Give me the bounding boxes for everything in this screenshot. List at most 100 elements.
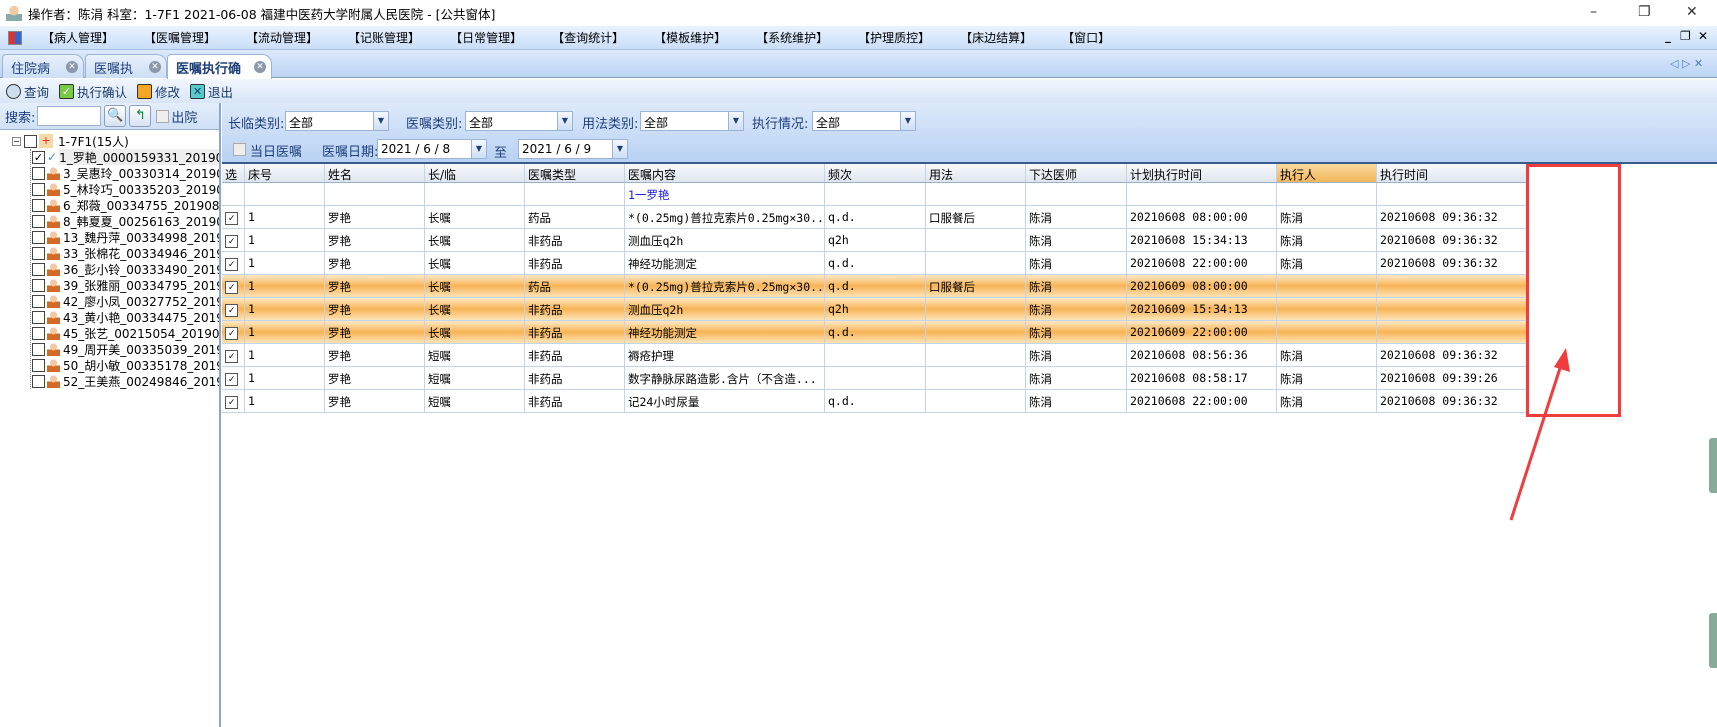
column-header-bed[interactable]: 床号: [245, 164, 325, 182]
patient-tree-item[interactable]: 3_吴惠玲_00330314_20190: [31, 165, 219, 181]
close-icon[interactable]: ✕: [254, 61, 266, 73]
minimize-button[interactable]: –: [1590, 4, 1597, 20]
tab-nav-controls[interactable]: ◁ ▷ ✕: [1670, 57, 1703, 70]
patient-checkbox[interactable]: [32, 294, 45, 308]
chevron-down-icon[interactable]: ▼: [373, 112, 388, 130]
mdi-close-button[interactable]: ✕: [1698, 29, 1708, 43]
column-header-executor[interactable]: 执行人: [1277, 164, 1377, 182]
patient-tree-item[interactable]: 52_王美燕_00249846_2019: [31, 373, 219, 389]
patient-checkbox[interactable]: [32, 214, 45, 228]
column-header-doctor[interactable]: 下达医师: [1026, 164, 1127, 182]
column-header-order-type[interactable]: 医嘱类型: [525, 164, 625, 182]
column-header-plan-time[interactable]: 计划执行时间: [1127, 164, 1277, 182]
table-row[interactable]: ✓ 1 罗艳 长嘱 非药品 神经功能测定 q.d. 陈涓 20210608 22:00:00 陈涓…: [222, 252, 1527, 275]
chevron-down-icon[interactable]: ▼: [557, 112, 572, 130]
menu-item[interactable]: 【窗口】: [1062, 29, 1110, 46]
row-checkbox[interactable]: ✓: [222, 229, 245, 251]
patient-tree-item[interactable]: 5_林玲巧_00335203_20190: [31, 181, 219, 197]
chevron-down-icon[interactable]: ▼: [471, 140, 486, 158]
patient-checkbox[interactable]: [32, 262, 45, 276]
row-checkbox[interactable]: ✓: [222, 298, 245, 320]
patient-checkbox[interactable]: [32, 358, 45, 372]
row-checkbox[interactable]: ✓: [222, 252, 245, 274]
table-row[interactable]: ✓ 1 罗艳 长嘱 非药品 测血压q2h q2h 陈涓 20210608 15:34:13 陈涓 2…: [222, 229, 1527, 252]
row-checkbox[interactable]: ✓: [222, 367, 245, 389]
chevron-down-icon[interactable]: ▼: [612, 140, 627, 158]
patient-tree-item[interactable]: 42_廖小凤_00327752_2019: [31, 293, 219, 309]
patient-tree-item[interactable]: 43_黄小艳_00334475_2019: [31, 309, 219, 325]
patient-tree-item[interactable]: 50_胡小敏_00335178_2019: [31, 357, 219, 373]
menu-item[interactable]: 【查询统计】: [552, 29, 624, 46]
patient-tree-item[interactable]: 33_张棉花_00334946_2019: [31, 245, 219, 261]
collapse-icon[interactable]: −: [12, 136, 21, 146]
column-header-frequency[interactable]: 频次: [825, 164, 926, 182]
table-row[interactable]: ✓ 1 罗艳 长嘱 药品 *(0.25mg)普拉克索片0.25mg×30... q.d. 口服…: [222, 275, 1527, 298]
row-checkbox[interactable]: ✓: [222, 275, 245, 297]
patient-tree-item[interactable]: 8_韩夏夏_00256163_20190: [31, 213, 219, 229]
patient-tree-item[interactable]: 13_魏丹萍_00334998_2019: [31, 229, 219, 245]
chevron-down-icon[interactable]: ▼: [900, 112, 915, 130]
root-checkbox[interactable]: [24, 134, 37, 148]
patient-tree-item[interactable]: 49_周开美_00335039_2019: [31, 341, 219, 357]
discharged-checkbox[interactable]: [156, 109, 170, 123]
patient-checkbox[interactable]: [32, 326, 45, 340]
patient-checkbox[interactable]: ✓: [32, 150, 45, 164]
table-row[interactable]: ✓ 1 罗艳 短嘱 非药品 数字静脉尿路造影.含片（不含造... 陈涓 20210608 08…: [222, 367, 1527, 390]
long-temp-select[interactable]: 全部 ▼: [285, 111, 389, 131]
modify-button[interactable]: 修改: [137, 82, 180, 101]
patient-checkbox[interactable]: [32, 198, 45, 212]
menu-item[interactable]: 【日常管理】: [450, 29, 522, 46]
column-header-usage[interactable]: 用法: [926, 164, 1026, 182]
exit-button[interactable]: ✕ 退出: [190, 82, 233, 101]
restore-button[interactable]: ❐: [1638, 4, 1651, 20]
row-checkbox[interactable]: ✓: [222, 344, 245, 366]
patient-checkbox[interactable]: [32, 182, 45, 196]
mdi-minimize-button[interactable]: _: [1665, 29, 1671, 43]
table-row[interactable]: ✓ 1 罗艳 长嘱 非药品 测血压q2h q2h 陈涓 20210609 15:34:13: [222, 298, 1527, 321]
patient-tree-item[interactable]: 39_张雅丽_00334795_2019: [31, 277, 219, 293]
table-row[interactable]: ✓ 1 罗艳 长嘱 非药品 神经功能测定 q.d. 陈涓 20210609 22:00:00: [222, 321, 1527, 344]
patient-checkbox[interactable]: [32, 310, 45, 324]
date-to-picker[interactable]: 2021 / 6 / 9 ▼: [518, 139, 628, 159]
today-orders-checkbox[interactable]: [233, 143, 246, 156]
order-type-select[interactable]: 全部 ▼: [465, 111, 573, 131]
query-button[interactable]: 查询: [6, 82, 49, 101]
menu-item[interactable]: 【病人管理】: [42, 29, 114, 46]
right-scroll-thumb[interactable]: [1709, 613, 1717, 668]
exec-status-select[interactable]: 全部 ▼: [812, 111, 916, 131]
menu-item[interactable]: 【医嘱管理】: [144, 29, 216, 46]
row-checkbox[interactable]: ✓: [222, 390, 245, 412]
close-icon[interactable]: ✕: [149, 61, 161, 73]
row-checkbox[interactable]: ✓: [222, 206, 245, 228]
table-row[interactable]: ✓ 1 罗艳 长嘱 药品 *(0.25mg)普拉克索片0.25mg×30... q.d. 口服…: [222, 206, 1527, 229]
close-button[interactable]: ✕: [1686, 4, 1698, 20]
patient-tree-item[interactable]: 6_郑薇_00334755_2019083: [31, 197, 219, 213]
menu-item[interactable]: 【流动管理】: [246, 29, 318, 46]
search-button[interactable]: 🔍: [104, 105, 127, 127]
search-input[interactable]: [37, 106, 102, 126]
menu-item[interactable]: 【床边结算】: [960, 29, 1032, 46]
menu-item[interactable]: 【记账管理】: [348, 29, 420, 46]
column-header-exec-time[interactable]: 执行时间: [1377, 164, 1527, 182]
column-header-name[interactable]: 姓名: [325, 164, 425, 182]
menu-app-icon[interactable]: [8, 30, 22, 45]
refresh-button[interactable]: ↰: [129, 105, 152, 127]
menu-item[interactable]: 【护理质控】: [858, 29, 930, 46]
mdi-restore-button[interactable]: ❐: [1680, 29, 1691, 43]
patient-tree-item[interactable]: 36_彭小铃_00333490_2019: [31, 261, 219, 277]
table-row[interactable]: ✓ 1 罗艳 短嘱 非药品 褥疮护理 陈涓 20210608 08:56:36 陈涓 202106…: [222, 344, 1527, 367]
patient-checkbox[interactable]: [32, 230, 45, 244]
date-from-picker[interactable]: 2021 / 6 / 8 ▼: [377, 139, 487, 159]
chevron-down-icon[interactable]: ▼: [728, 112, 743, 130]
menu-item[interactable]: 【系统维护】: [756, 29, 828, 46]
menu-item[interactable]: 【模板维护】: [654, 29, 726, 46]
confirm-execution-button[interactable]: ✓ 执行确认: [59, 82, 127, 101]
patient-tree-item[interactable]: 45_张艺_00215054_201909: [31, 325, 219, 341]
tab-inpatients[interactable]: 住院病人✕: [2, 54, 84, 96]
row-checkbox[interactable]: ✓: [222, 321, 245, 343]
column-header-select[interactable]: 选: [222, 164, 245, 182]
table-row[interactable]: ✓ 1 罗艳 短嘱 非药品 记24小时尿量 q.d. 陈涓 20210608 22:00:00 陈…: [222, 390, 1527, 413]
column-header-content[interactable]: 医嘱内容: [625, 164, 825, 182]
right-scroll-thumb[interactable]: [1709, 438, 1717, 493]
patient-checkbox[interactable]: [32, 342, 45, 356]
